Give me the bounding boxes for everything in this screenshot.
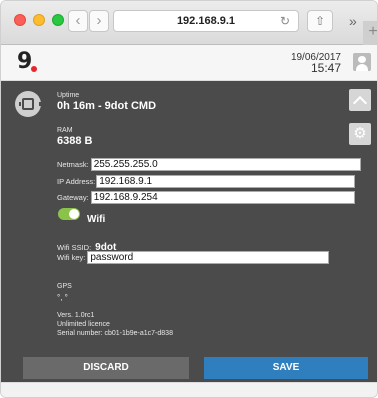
reload-icon[interactable]: ↻ (280, 11, 290, 31)
settings-panel: Uptime 0h 16m - 9dot CMD ⚙ RAM 6388 B Ne… (1, 81, 377, 382)
address-bar[interactable]: 192.168.9.1 ↻ (113, 10, 299, 32)
app-header: 9 19/06/2017 15:47 (1, 45, 377, 81)
new-tab-button[interactable]: + (363, 21, 378, 45)
time-text: 15:47 (310, 61, 341, 75)
share-icon: ⇧ (314, 14, 326, 28)
uptime-label: Uptime (57, 92, 80, 99)
discard-button[interactable]: DISCARD (23, 357, 189, 379)
chevron-left-icon: ‹ (75, 12, 81, 29)
logo-dot-icon (31, 66, 37, 72)
plus-icon: + (368, 23, 378, 40)
ip-address-row: IP Address: (57, 175, 356, 188)
ram-label: RAM (57, 127, 73, 134)
gear-icon[interactable]: ⚙ (349, 123, 371, 145)
back-button[interactable]: ‹ (68, 10, 88, 32)
forward-button[interactable]: › (89, 10, 109, 32)
minimize-window-button[interactable] (33, 14, 45, 26)
netmask-input[interactable] (90, 158, 361, 171)
licence-text: Unlimited licence (57, 321, 110, 328)
gps-value: °, ° (57, 293, 68, 302)
gateway-input[interactable] (90, 191, 355, 204)
chevron-right-icon: › (96, 12, 102, 29)
wifi-key-input[interactable] (87, 251, 330, 264)
uptime-value: 0h 16m - 9dot CMD (57, 100, 157, 112)
ip-address-label: IP Address: (57, 177, 96, 186)
serial-number-text: Serial number: cb01-1b9e-a1c7-d838 (57, 330, 173, 337)
wifi-label: Wifi (87, 214, 106, 225)
url-text: 192.168.9.1 (176, 15, 236, 27)
browser-toolbar: ‹ › 192.168.9.1 ↻ ⇧ » + (1, 1, 378, 45)
ip-address-input[interactable] (96, 175, 356, 188)
gps-label: GPS (57, 283, 72, 290)
wifi-key-row: Wifi key: (57, 251, 330, 264)
user-icon[interactable] (353, 53, 371, 71)
wifi-toggle[interactable] (58, 208, 80, 220)
double-chevron-icon: » (349, 13, 357, 29)
more-toolbar-button[interactable]: » (349, 10, 357, 32)
version-text: Vers. 1.0rc1 (57, 312, 95, 319)
gateway-label: Gateway: (57, 193, 89, 202)
netmask-row: Netmask: (57, 158, 361, 171)
share-button[interactable]: ⇧ (307, 10, 333, 32)
datetime: 19/06/2017 15:47 (291, 52, 341, 74)
collapse-button[interactable] (349, 89, 371, 111)
browser-window: ‹ › 192.168.9.1 ↻ ⇧ » + 9 19/06/2017 15:… (0, 0, 378, 398)
gateway-row: Gateway: (57, 191, 355, 204)
close-window-button[interactable] (14, 14, 26, 26)
wifi-key-label: Wifi key: (57, 253, 86, 262)
page-footer (1, 382, 377, 397)
ram-value: 6388 B (57, 135, 93, 147)
save-button[interactable]: SAVE (204, 357, 368, 379)
netmask-label: Netmask: (57, 160, 89, 169)
chip-icon (15, 91, 41, 117)
logo: 9 (17, 49, 33, 74)
zoom-window-button[interactable] (52, 14, 64, 26)
